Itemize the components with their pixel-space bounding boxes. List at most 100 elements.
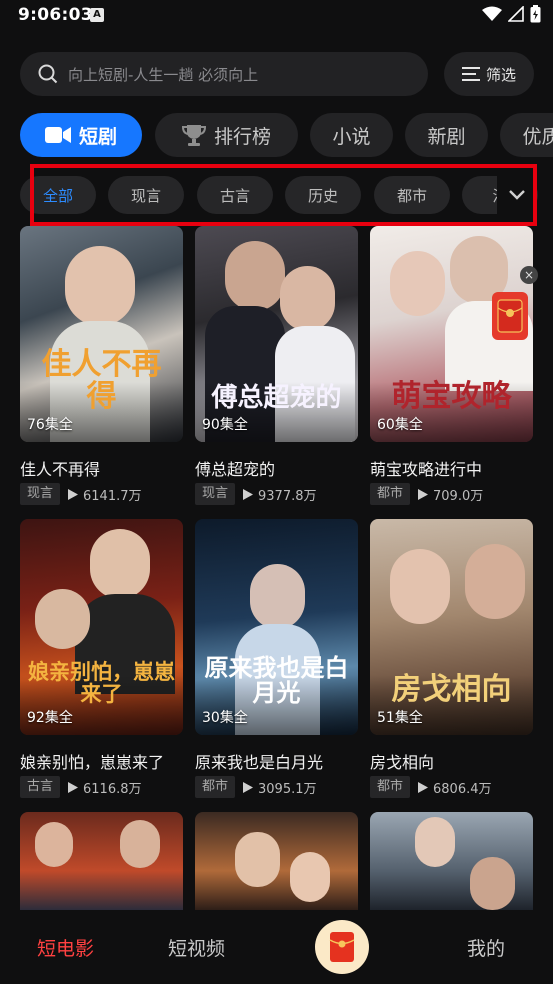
- tab-label: 短剧: [78, 125, 117, 148]
- episode-count: 30集全: [202, 710, 248, 726]
- drama-title[interactable]: 原来我也是白月光: [195, 749, 323, 773]
- play-count: 3095.1万: [243, 778, 317, 797]
- drama-title[interactable]: 萌宝攻略进行中: [370, 456, 482, 480]
- drama-meta: 都市 3095.1万: [195, 776, 317, 798]
- drama-title[interactable]: 傅总超宠的: [195, 456, 275, 480]
- tab-ranking[interactable]: 排行榜: [155, 113, 298, 157]
- genre-tag: 都市: [195, 776, 236, 798]
- play-count-value: 6141.7万: [83, 488, 142, 504]
- poster-image[interactable]: 房戈相向 51集全: [370, 519, 533, 735]
- filter-label: 筛选: [485, 65, 516, 84]
- figure: [35, 589, 90, 649]
- play-icon: [243, 488, 254, 500]
- poster-image[interactable]: [195, 812, 358, 910]
- drama-meta: 都市 6806.4万: [370, 776, 492, 798]
- drama-card[interactable]: 佳人不再得 76集全 佳人不再得 现言 6141.7万: [20, 226, 183, 505]
- figure: [290, 852, 330, 902]
- figure: [120, 820, 160, 868]
- notification-icon: A: [90, 8, 104, 22]
- tab-label: 排行榜: [213, 125, 271, 148]
- tab-new-drama[interactable]: 新剧: [405, 113, 488, 157]
- drama-card[interactable]: [20, 812, 183, 910]
- drama-card[interactable]: 傅总超宠的 90集全 傅总超宠的 现言 9377.8万: [195, 226, 358, 505]
- poster-image[interactable]: [370, 812, 533, 910]
- search-input[interactable]: 向上短剧-人生一趟 必须向上: [68, 64, 258, 85]
- play-count: 6141.7万: [68, 485, 142, 504]
- poster-image[interactable]: 佳人不再得 76集全: [20, 226, 183, 442]
- genre-tag: 都市: [370, 776, 411, 798]
- nav-short-movies[interactable]: 短电影: [37, 934, 94, 961]
- status-time: 9:06:03: [18, 5, 93, 25]
- search-bar[interactable]: 向上短剧-人生一趟 必须向上: [20, 52, 428, 96]
- red-packet-icon: [497, 299, 523, 333]
- genre-tag: 现言: [20, 483, 61, 505]
- tab-novel[interactable]: 小说: [310, 113, 393, 157]
- drama-meta: 现言 9377.8万: [195, 483, 317, 505]
- play-count: 9377.8万: [243, 485, 317, 504]
- drama-meta: 都市 709.0万: [370, 483, 483, 505]
- search-icon: [38, 64, 58, 84]
- tab-quality[interactable]: 优质: [500, 113, 553, 157]
- status-icons: [482, 5, 541, 23]
- figure: [280, 266, 335, 331]
- nav-mine[interactable]: 我的: [467, 934, 505, 961]
- trophy-icon: [181, 125, 206, 146]
- play-icon: [243, 781, 254, 793]
- figure: [470, 857, 515, 910]
- highlight-box: [30, 164, 537, 226]
- main-tabs: 短剧 排行榜 小说 新剧 优质: [0, 113, 553, 157]
- drama-card[interactable]: [195, 812, 358, 910]
- play-count: 6806.4万: [418, 778, 492, 797]
- figure: [390, 251, 445, 316]
- figure: [35, 822, 73, 867]
- figure: [65, 246, 135, 326]
- poster-image[interactable]: 傅总超宠的 90集全: [195, 226, 358, 442]
- play-icon: [418, 781, 429, 793]
- nav-short-videos[interactable]: 短视频: [168, 934, 225, 961]
- drama-card[interactable]: [370, 812, 533, 910]
- play-icon: [418, 488, 429, 500]
- poster-image[interactable]: 娘亲别怕，崽崽来了 92集全: [20, 519, 183, 735]
- episode-count: 90集全: [202, 417, 248, 433]
- tab-label: 优质: [522, 125, 553, 148]
- battery-icon: [530, 5, 541, 23]
- drama-card[interactable]: 娘亲别怕，崽崽来了 92集全 娘亲别怕，崽崽来了 古言 6116.8万: [20, 519, 183, 798]
- tab-short-drama[interactable]: 短剧: [20, 113, 142, 157]
- red-packet-float-button[interactable]: [492, 292, 528, 340]
- video-camera-icon: [44, 127, 71, 143]
- close-icon[interactable]: ×: [520, 266, 538, 284]
- episode-count: 76集全: [27, 417, 73, 433]
- drama-title[interactable]: 佳人不再得: [20, 456, 100, 480]
- play-icon: [68, 488, 79, 500]
- episode-count: 60集全: [377, 417, 423, 433]
- poster-title: 傅总超宠的: [211, 382, 342, 413]
- drama-card[interactable]: 房戈相向 51集全 房戈相向 都市 6806.4万: [370, 519, 533, 798]
- filter-button[interactable]: 筛选: [444, 52, 534, 96]
- play-count-value: 6806.4万: [433, 781, 492, 797]
- poster-title: 原来我也是白月光: [204, 652, 349, 707]
- play-count-value: 6116.8万: [83, 781, 142, 797]
- nav-red-packet-button[interactable]: [315, 920, 369, 974]
- drama-title[interactable]: 娘亲别怕，崽崽来了: [20, 749, 164, 773]
- red-packet-icon: [329, 932, 355, 962]
- drama-card[interactable]: 原来我也是白月光 30集全 原来我也是白月光 都市 3095.1万: [195, 519, 358, 798]
- play-count: 6116.8万: [68, 778, 142, 797]
- tab-label: 新剧: [427, 125, 466, 148]
- drama-title[interactable]: 房戈相向: [370, 749, 434, 773]
- genre-tag: 古言: [20, 776, 61, 798]
- episode-count: 51集全: [377, 710, 423, 726]
- figure: [415, 817, 455, 867]
- tab-label: 小说: [332, 125, 371, 148]
- figure: [390, 549, 450, 624]
- status-bar: 9:06:03 A: [0, 0, 553, 32]
- genre-tag: 现言: [195, 483, 236, 505]
- signal-icon: [508, 6, 524, 22]
- genre-tag: 都市: [370, 483, 411, 505]
- poster-title: 萌宝攻略: [391, 378, 512, 414]
- wifi-icon: [482, 6, 502, 21]
- poster-image[interactable]: 原来我也是白月光 30集全: [195, 519, 358, 735]
- poster-title: 娘亲别怕，崽崽来了: [28, 658, 175, 706]
- play-count-value: 3095.1万: [258, 781, 317, 797]
- figure: [465, 544, 525, 619]
- poster-image[interactable]: [20, 812, 183, 910]
